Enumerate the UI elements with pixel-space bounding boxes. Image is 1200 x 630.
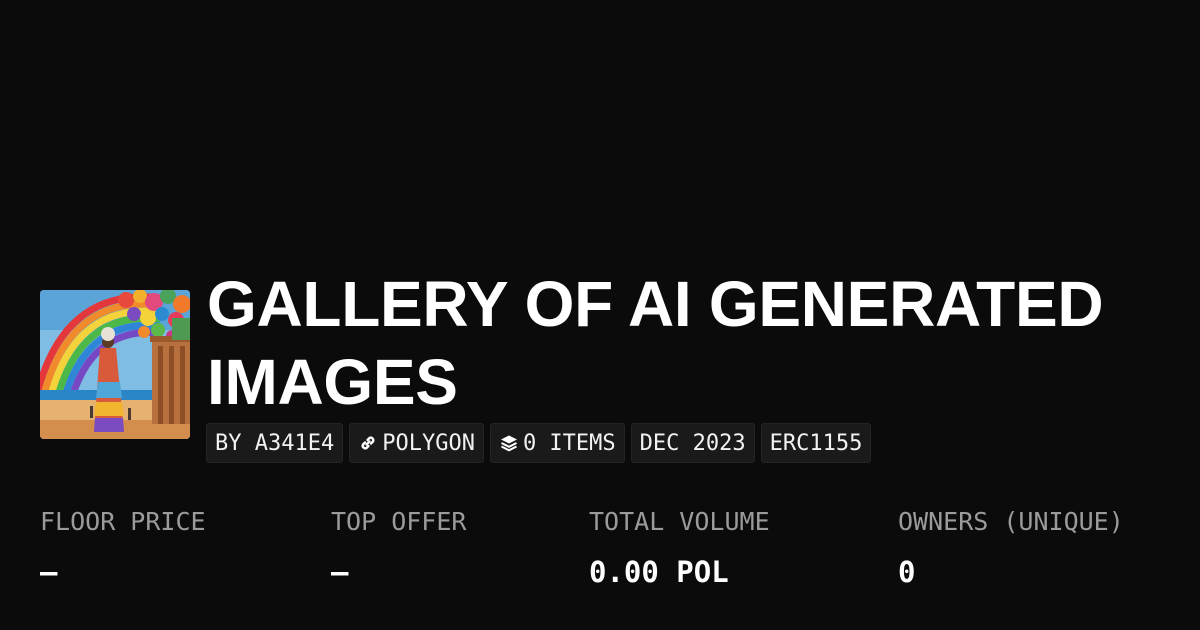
date-label: DEC 2023: [639, 430, 746, 456]
items-badge[interactable]: 0 ITEMS: [489, 423, 625, 463]
floor-price-value: –: [40, 555, 58, 589]
chain-label: POLYGON: [382, 430, 475, 456]
total-volume-value: 0.00 POL: [589, 555, 729, 589]
stat-floor-price: FLOOR PRICE –: [40, 505, 206, 589]
top-offer-value: –: [331, 555, 349, 589]
standard-badge: ERC1155: [760, 423, 872, 463]
standard-label: ERC1155: [769, 430, 863, 456]
stat-top-offer: TOP OFFER –: [331, 505, 466, 589]
link-icon: [358, 433, 378, 453]
chain-badge[interactable]: POLYGON: [349, 423, 484, 463]
top-offer-label: TOP OFFER: [331, 507, 467, 536]
owners-label: OWNERS (UNIQUE): [898, 507, 1124, 536]
creator-label: BY A341E4: [215, 430, 335, 456]
stat-owners: OWNERS (UNIQUE) 0: [898, 505, 1124, 589]
date-badge: DEC 2023: [630, 423, 755, 463]
owners-value: 0: [898, 555, 916, 589]
stat-total-volume: TOTAL VOLUME 0.00 POL: [589, 505, 770, 589]
collection-title: GALLERY OF AI GENERATED IMAGES: [207, 268, 1104, 418]
collection-thumbnail: [40, 290, 190, 439]
layers-icon: [499, 433, 519, 453]
total-volume-label: TOTAL VOLUME: [589, 507, 770, 536]
items-label: 0 ITEMS: [522, 430, 616, 456]
collection-badges: BY A341E4 POLYGON 0 ITEMS DEC 2023 ERC11…: [206, 423, 872, 463]
floor-price-label: FLOOR PRICE: [40, 507, 206, 536]
creator-badge[interactable]: BY A341E4: [206, 423, 344, 463]
